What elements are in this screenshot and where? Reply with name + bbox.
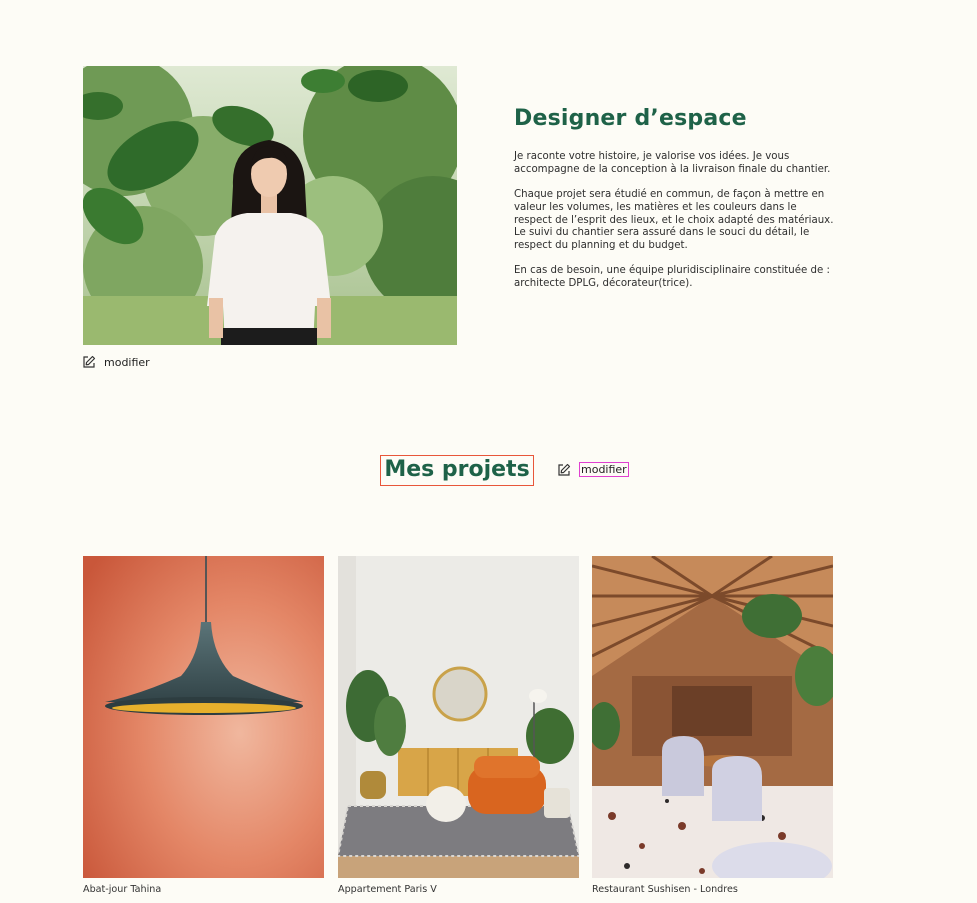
- edit-about-label: modifier: [104, 355, 150, 369]
- about-paragraph: Je raconte votre histoire, je valorise v…: [514, 151, 831, 175]
- project-image-lamp: [83, 556, 324, 878]
- edit-icon: [558, 463, 571, 476]
- edit-projects-label: modifier: [579, 462, 629, 477]
- about-paragraph: Chaque projet sera étudié en commun, de …: [514, 189, 834, 251]
- project-card[interactable]: Restaurant Sushisen - Londres: [592, 556, 833, 895]
- project-image-apartment: [338, 556, 579, 878]
- edit-projects-link[interactable]: modifier: [557, 462, 629, 477]
- about-description: Je raconte votre histoire, je valorise v…: [514, 151, 836, 303]
- project-card[interactable]: Appartement Paris V: [338, 556, 579, 895]
- about-title: Designer d’espace: [514, 106, 747, 131]
- edit-about-link[interactable]: modifier: [82, 355, 150, 369]
- projects-title: Mes projets: [380, 455, 534, 486]
- project-image-restaurant: [592, 556, 833, 878]
- about-paragraph: En cas de besoin, une équipe pluridiscip…: [514, 265, 830, 289]
- project-caption: Abat-jour Tahina: [83, 884, 162, 895]
- edit-icon: [83, 355, 96, 368]
- project-caption: Restaurant Sushisen - Londres: [592, 884, 738, 895]
- designer-portrait-photo: [83, 66, 457, 345]
- project-caption: Appartement Paris V: [338, 884, 437, 895]
- project-card[interactable]: Abat-jour Tahina: [83, 556, 324, 895]
